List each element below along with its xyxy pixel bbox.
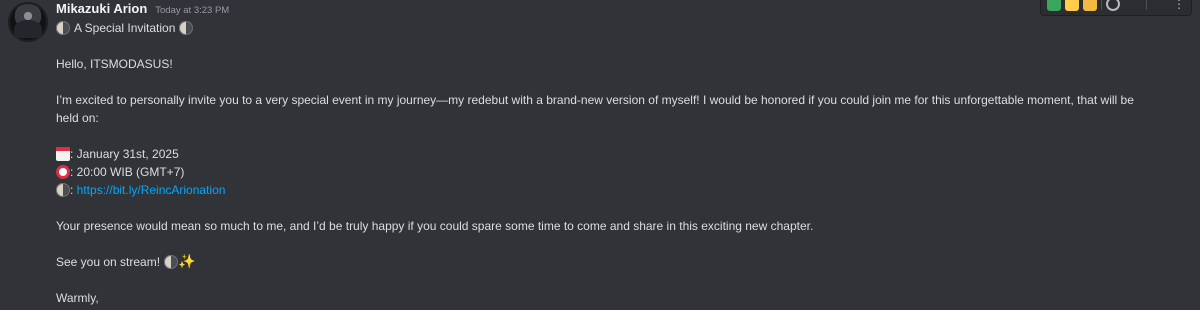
- greeting: Hello, ITSMODASUS!: [56, 57, 173, 71]
- moon-icon: [179, 21, 194, 35]
- more-options-icon[interactable]: ⋮: [1173, 0, 1185, 11]
- presence-paragraph: Your presence would mean so much to me, …: [56, 219, 814, 233]
- message-actions-toolbar: ⋮: [1040, 0, 1192, 16]
- calendar-icon: [56, 147, 70, 161]
- moon-icon: [56, 183, 70, 197]
- event-date-text: : January 31st, 2025: [70, 147, 179, 161]
- see-you-line: See you on stream! ✨: [56, 253, 1156, 271]
- timestamp[interactable]: Today at 3:23 PM: [155, 5, 229, 16]
- event-time: : 20:00 WIB (GMT+7): [56, 163, 1156, 181]
- toolbar-divider: [1101, 0, 1102, 10]
- event-link-url[interactable]: https://bit.ly/ReincArionation: [77, 181, 226, 199]
- event-link-prefix: :: [70, 183, 77, 197]
- avatar[interactable]: [8, 2, 48, 42]
- intro-paragraph: I’m excited to personally invite you to …: [56, 93, 1134, 125]
- message: Mikazuki Arion Today at 3:23 PM ⋮ A Spec…: [0, 0, 1200, 310]
- event-time-text: : 20:00 WIB (GMT+7): [70, 165, 185, 179]
- reaction-clap-icon[interactable]: [1083, 0, 1097, 11]
- event-date: : January 31st, 2025: [56, 145, 1156, 163]
- sparkles-icon: ✨: [178, 254, 196, 270]
- invitation-title: A Special Invitation: [56, 19, 1156, 37]
- event-link: : https://bit.ly/ReincArionation: [56, 181, 1156, 199]
- add-reaction-icon[interactable]: [1106, 0, 1120, 11]
- moon-icon: [56, 21, 70, 35]
- closing: Warmly,: [56, 291, 99, 305]
- toolbar-divider: [1146, 0, 1147, 10]
- alarm-clock-icon: [56, 165, 70, 179]
- moon-icon: [164, 255, 179, 269]
- see-you-text: See you on stream!: [56, 255, 161, 269]
- invitation-title-text: A Special Invitation: [74, 21, 176, 35]
- reaction-check-icon[interactable]: [1047, 0, 1061, 11]
- username[interactable]: Mikazuki Arion: [56, 1, 147, 16]
- reaction-hand-icon[interactable]: [1065, 0, 1079, 11]
- message-content: A Special Invitation Hello, ITSMODASUS! …: [56, 19, 1156, 307]
- message-header: Mikazuki Arion Today at 3:23 PM: [56, 1, 229, 21]
